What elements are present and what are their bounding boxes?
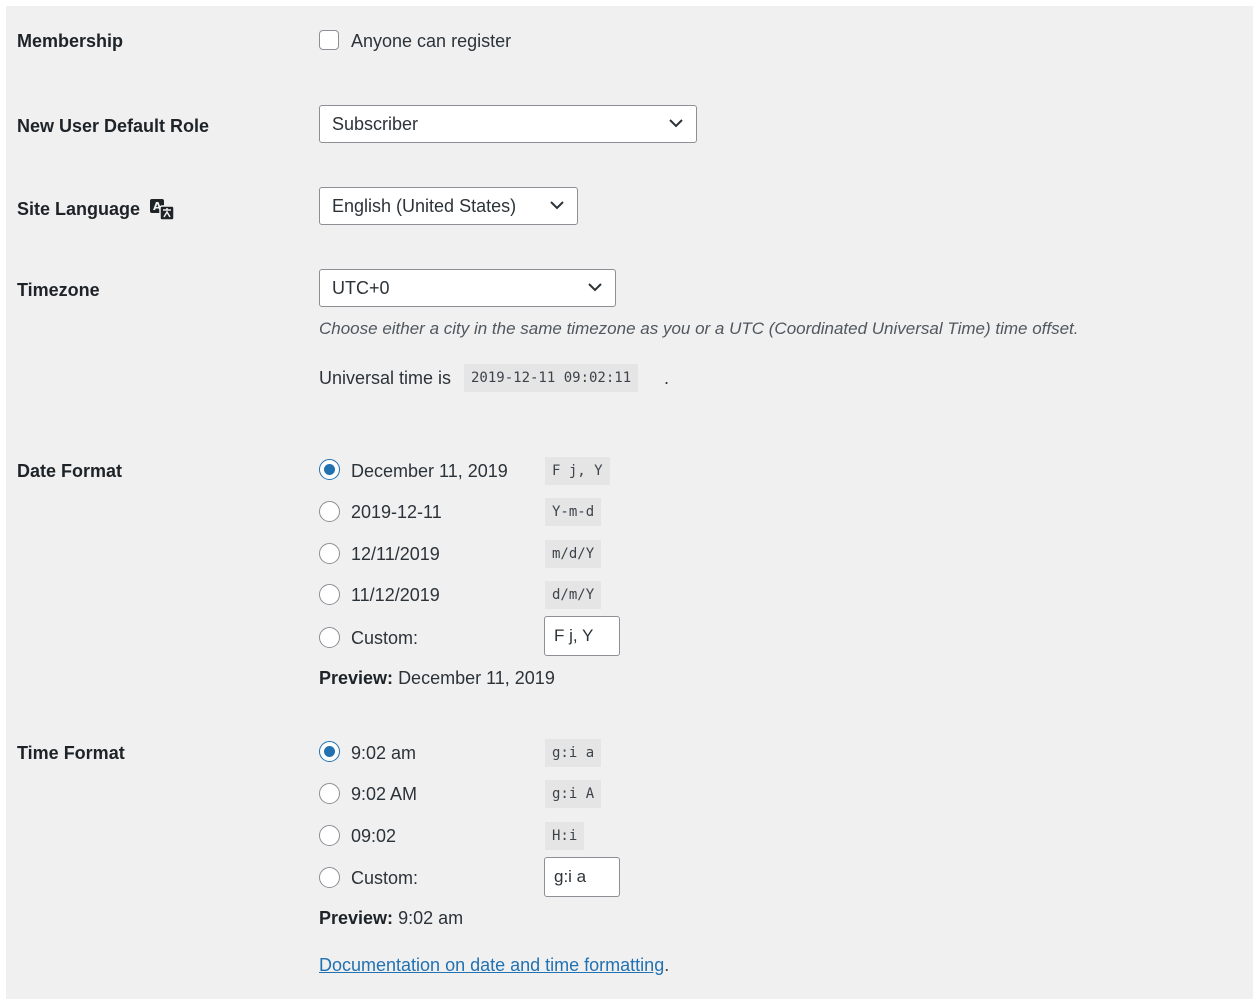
anyone-can-register-checkbox[interactable]: [319, 30, 339, 50]
time-format-code: g:i a: [545, 739, 602, 767]
time-format-radio-custom[interactable]: [319, 867, 340, 888]
membership-label: Membership: [17, 31, 124, 51]
time-format-preview: Preview: 9:02 am: [319, 908, 463, 929]
preview-value: December 11, 2019: [398, 668, 555, 688]
chevron-down-icon: [588, 283, 602, 292]
chevron-down-icon: [669, 119, 683, 128]
preview-label: Preview:: [319, 908, 394, 928]
documentation-link[interactable]: Documentation on date and time formattin…: [319, 955, 664, 975]
date-format-custom-label[interactable]: Custom:: [351, 627, 418, 649]
date-format-custom-input[interactable]: F j, Y: [544, 616, 620, 656]
documentation-suffix: .: [664, 955, 670, 975]
documentation-line: Documentation on date and time formattin…: [319, 955, 669, 976]
timezone-value: UTC+0: [332, 278, 390, 298]
date-format-option-label[interactable]: 2019-12-11: [351, 501, 442, 523]
date-format-label: Date Format: [17, 461, 123, 481]
default-role-value: Subscriber: [332, 114, 419, 134]
site-language-label-text: Site Language: [17, 199, 141, 219]
anyone-can-register-label[interactable]: Anyone can register: [351, 30, 511, 52]
timezone-label: Timezone: [17, 280, 100, 300]
time-format-option-label[interactable]: 09:02: [351, 825, 396, 847]
translation-icon: A: [150, 199, 175, 221]
site-language-select[interactable]: English (United States): [319, 187, 578, 225]
universal-time-value: 2019-12-11 09:02:11: [464, 364, 639, 392]
default-role-label: New User Default Role: [17, 116, 210, 136]
time-format-code: g:i A: [545, 780, 602, 808]
timezone-select[interactable]: UTC+0: [319, 269, 616, 307]
time-format-custom-input[interactable]: g:i a: [544, 857, 620, 897]
time-format-radio-1[interactable]: [319, 741, 340, 762]
date-format-option-label[interactable]: 11/12/2019: [351, 584, 440, 606]
chevron-down-icon: [550, 201, 564, 210]
preview-value: 9:02 am: [398, 908, 464, 928]
time-format-radio-3[interactable]: [319, 825, 340, 846]
default-role-select[interactable]: Subscriber: [319, 105, 697, 143]
time-format-code: H:i: [545, 822, 585, 850]
date-format-radio-4[interactable]: [319, 584, 340, 605]
universal-time-prefix: Universal time is: [319, 368, 452, 388]
date-format-preview: Preview: December 11, 2019: [319, 668, 555, 689]
date-format-radio-3[interactable]: [319, 543, 340, 564]
time-format-radio-2[interactable]: [319, 783, 340, 804]
timezone-description: Choose either a city in the same timezon…: [319, 319, 1079, 338]
date-format-code: F j, Y: [545, 457, 610, 485]
universal-time-suffix: .: [664, 368, 670, 388]
date-format-code: Y-m-d: [545, 498, 602, 526]
site-language-label: Site Language A: [17, 197, 177, 221]
preview-label: Preview:: [319, 668, 394, 688]
time-format-custom-label[interactable]: Custom:: [351, 867, 418, 889]
time-format-label: Time Format: [17, 743, 125, 763]
time-format-option-label[interactable]: 9:02 am: [351, 742, 416, 764]
date-format-code: m/d/Y: [545, 540, 602, 568]
date-format-code: d/m/Y: [545, 581, 602, 609]
date-format-option-label[interactable]: 12/11/2019: [351, 543, 440, 565]
date-format-option-label[interactable]: December 11, 2019: [351, 460, 508, 482]
site-language-value: English (United States): [332, 196, 517, 216]
date-format-radio-custom[interactable]: [319, 627, 340, 648]
time-format-option-label[interactable]: 9:02 AM: [351, 783, 417, 805]
date-format-radio-2[interactable]: [319, 501, 340, 522]
settings-panel: [6, 6, 1253, 999]
date-format-radio-1[interactable]: [319, 459, 340, 480]
